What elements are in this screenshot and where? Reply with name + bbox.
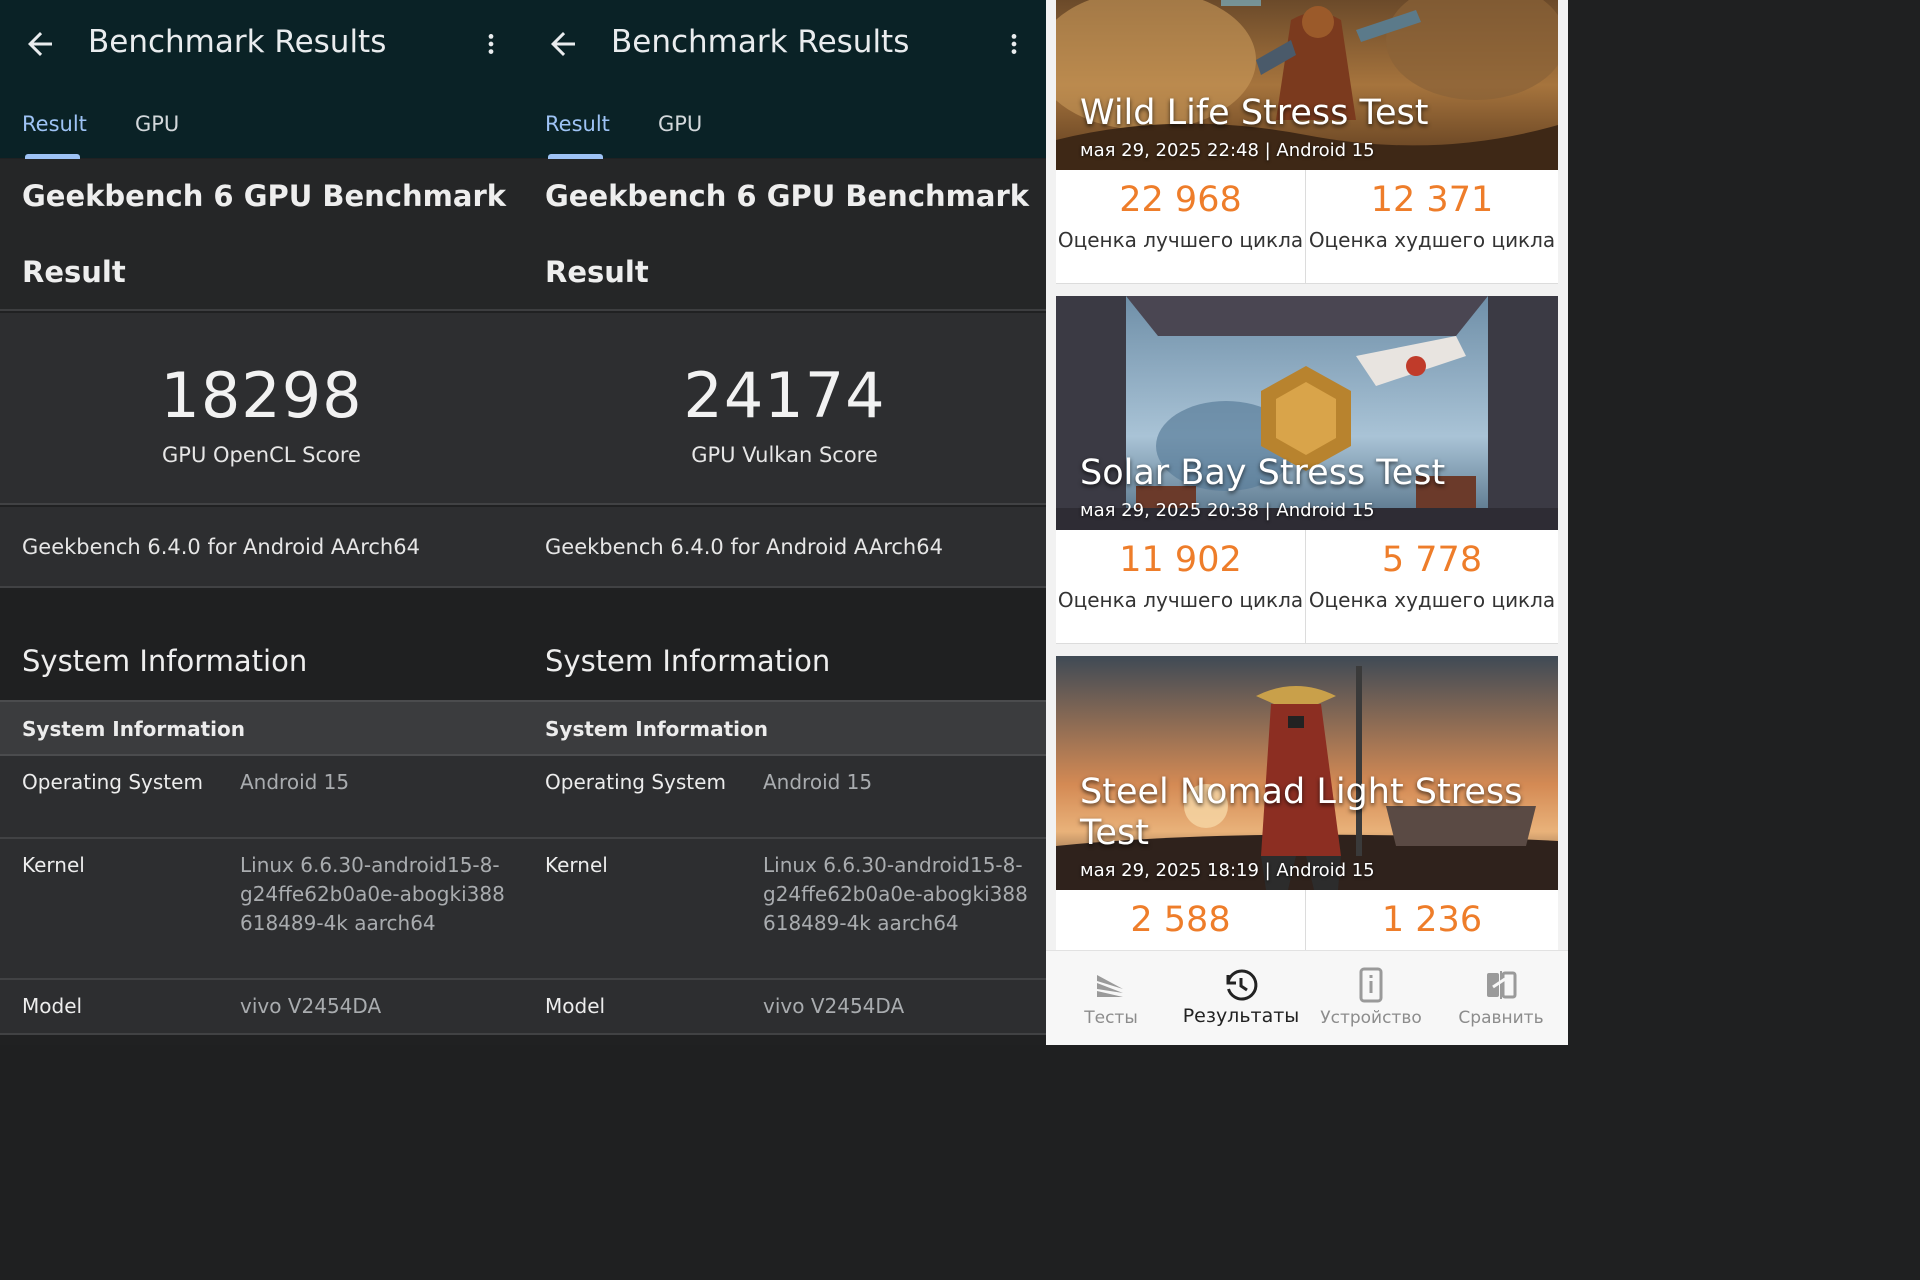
nav-results[interactable]: Результаты: [1176, 951, 1306, 1045]
page-title: Benchmark Results: [88, 24, 387, 60]
device-info-icon: [1359, 967, 1383, 1003]
compare-icon: [1487, 971, 1517, 999]
solar-bay-artwork: [1056, 296, 1558, 530]
more-vert-icon[interactable]: [1001, 28, 1027, 60]
system-info-bar: System Information: [523, 700, 1046, 756]
system-info-title: System Information: [22, 644, 308, 678]
test-meta: мая 29, 2025 20:38 | Android 15: [1080, 500, 1375, 521]
row-value: vivo V2454DA: [763, 994, 905, 1018]
score-value: 24174: [683, 359, 886, 432]
row-value: Linux 6.6.30-android15-8-g24ffe62b0a0e-a…: [240, 853, 505, 935]
best-score-label: Оценка лучшего цикла: [1057, 588, 1304, 612]
table-row: Operating System Android 15: [523, 756, 1046, 839]
tests-icon: [1097, 975, 1123, 997]
tab-gpu[interactable]: GPU: [658, 112, 702, 136]
back-arrow-icon[interactable]: [22, 26, 58, 62]
version-text: Geekbench 6.4.0 for Android AArch64: [22, 535, 420, 559]
tab-gpu[interactable]: GPU: [135, 112, 179, 136]
worst-score-value: 12 371: [1370, 180, 1494, 220]
nav-device[interactable]: Устройство: [1306, 951, 1436, 1045]
page-title: Benchmark Results: [611, 24, 910, 60]
nav-compare-label: Сравнить: [1458, 1008, 1544, 1028]
row-label: Kernel: [545, 853, 608, 877]
system-info-section: System Information: [0, 590, 523, 700]
app-bar: Benchmark Results Result GPU: [523, 0, 1046, 159]
nav-tests[interactable]: Тесты: [1046, 951, 1176, 1045]
nav-tests-label: Тесты: [1084, 1008, 1138, 1028]
best-score-label: Оценка лучшего цикла: [1057, 228, 1304, 252]
nav-device-label: Устройство: [1320, 1008, 1422, 1028]
worst-loop-score: 12 371 Оценка худшего цикла: [1307, 170, 1557, 284]
row-value: Android 15: [763, 770, 873, 794]
table-row: Kernel Linux 6.6.30-android15-8-g24ffe62…: [0, 839, 523, 980]
benchmark-header: Geekbench 6 GPU Benchmark Result: [0, 159, 523, 311]
best-loop-score: 22 968 Оценка лучшего цикла: [1056, 170, 1306, 284]
3dmark-results-panel: Wild Life Stress Test мая 29, 2025 22:48…: [1046, 0, 1568, 1045]
row-label: Kernel: [22, 853, 85, 877]
best-loop-score: 11 902 Оценка лучшего цикла: [1056, 530, 1306, 644]
test-name: Wild Life Stress Test: [1080, 93, 1429, 133]
best-score-value: 11 902: [1119, 540, 1242, 580]
test-name: Steel Nomad Light Stress Test: [1080, 772, 1523, 853]
back-arrow-icon[interactable]: [545, 26, 581, 62]
app-bar: Benchmark Results Result GPU: [0, 0, 523, 159]
score-row: 11 902 Оценка лучшего цикла 5 778 Оценка…: [1056, 530, 1558, 644]
result-card-solar-bay[interactable]: Solar Bay Stress Test мая 29, 2025 20:38…: [1056, 296, 1558, 644]
test-meta: мая 29, 2025 18:19 | Android 15: [1080, 860, 1375, 881]
table-row: Kernel Linux 6.6.30-android15-8-g24ffe62…: [523, 839, 1046, 980]
row-label: Model: [22, 994, 83, 1018]
table-row: Model vivo V2454DA: [0, 980, 523, 1035]
score-label: GPU OpenCL Score: [162, 443, 361, 467]
row-label: Model: [545, 994, 606, 1018]
row-value: Linux 6.6.30-android15-8-g24ffe62b0a0e-a…: [763, 853, 1028, 935]
bottom-navigation: Тесты Результаты Устройство Сравнить: [1046, 950, 1568, 1045]
test-meta: мая 29, 2025 22:48 | Android 15: [1080, 140, 1375, 161]
test-name: Solar Bay Stress Test: [1080, 453, 1446, 493]
result-heading: Result: [22, 255, 126, 289]
score-card: 18298 GPU OpenCL Score: [0, 313, 523, 505]
version-row: Geekbench 6.4.0 for Android AArch64: [0, 507, 523, 588]
system-info-bar-label: System Information: [22, 717, 245, 741]
result-card-wild-life[interactable]: Wild Life Stress Test мая 29, 2025 22:48…: [1056, 0, 1558, 284]
worst-score-value: 5 778: [1381, 540, 1483, 580]
version-row: Geekbench 6.4.0 for Android AArch64: [523, 507, 1046, 588]
worst-score-value: 1 236: [1381, 900, 1483, 940]
score-row: 2 588 1 236: [1056, 890, 1558, 950]
worst-score-label: Оценка худшего цикла: [1308, 588, 1556, 612]
nav-compare[interactable]: Сравнить: [1436, 951, 1566, 1045]
nav-results-label: Результаты: [1182, 1005, 1300, 1027]
benchmark-title: Geekbench 6 GPU Benchmark: [22, 179, 507, 213]
version-text: Geekbench 6.4.0 for Android AArch64: [545, 535, 943, 559]
table-row: Model vivo V2454DA: [523, 980, 1046, 1035]
tab-result[interactable]: Result: [22, 112, 87, 136]
system-info-bar-label: System Information: [545, 717, 768, 741]
worst-loop-score: 1 236: [1307, 890, 1557, 950]
row-label: Operating System: [22, 770, 203, 794]
more-vert-icon[interactable]: [478, 28, 504, 60]
system-info-bar: System Information: [0, 700, 523, 756]
score-row: 22 968 Оценка лучшего цикла 12 371 Оценк…: [1056, 170, 1558, 284]
score-label: GPU Vulkan Score: [691, 443, 878, 467]
best-score-value: 22 968: [1119, 180, 1242, 220]
table-row: Operating System Android 15: [0, 756, 523, 839]
result-card-steel-nomad-light[interactable]: Steel Nomad Light Stress Test мая 29, 20…: [1056, 656, 1558, 950]
score-card: 24174 GPU Vulkan Score: [523, 313, 1046, 505]
history-icon: [1226, 969, 1258, 1001]
geekbench-panel-vulkan: Benchmark Results Result GPU Geekbench 6…: [523, 0, 1046, 1045]
score-value: 18298: [160, 359, 363, 432]
benchmark-title: Geekbench 6 GPU Benchmark: [545, 179, 1030, 213]
system-info-section: System Information: [523, 590, 1046, 700]
worst-score-label: Оценка худшего цикла: [1308, 228, 1556, 252]
geekbench-panel-opencl: Benchmark Results Result GPU Geekbench 6…: [0, 0, 523, 1045]
worst-loop-score: 5 778 Оценка худшего цикла: [1307, 530, 1557, 644]
result-heading: Result: [545, 255, 649, 289]
benchmark-header: Geekbench 6 GPU Benchmark Result: [523, 159, 1046, 311]
best-score-value: 2 588: [1130, 900, 1231, 940]
system-info-title: System Information: [545, 644, 831, 678]
row-value: vivo V2454DA: [240, 994, 382, 1018]
row-value: Android 15: [240, 770, 350, 794]
best-loop-score: 2 588: [1056, 890, 1306, 950]
row-label: Operating System: [545, 770, 726, 794]
tab-result[interactable]: Result: [545, 112, 610, 136]
